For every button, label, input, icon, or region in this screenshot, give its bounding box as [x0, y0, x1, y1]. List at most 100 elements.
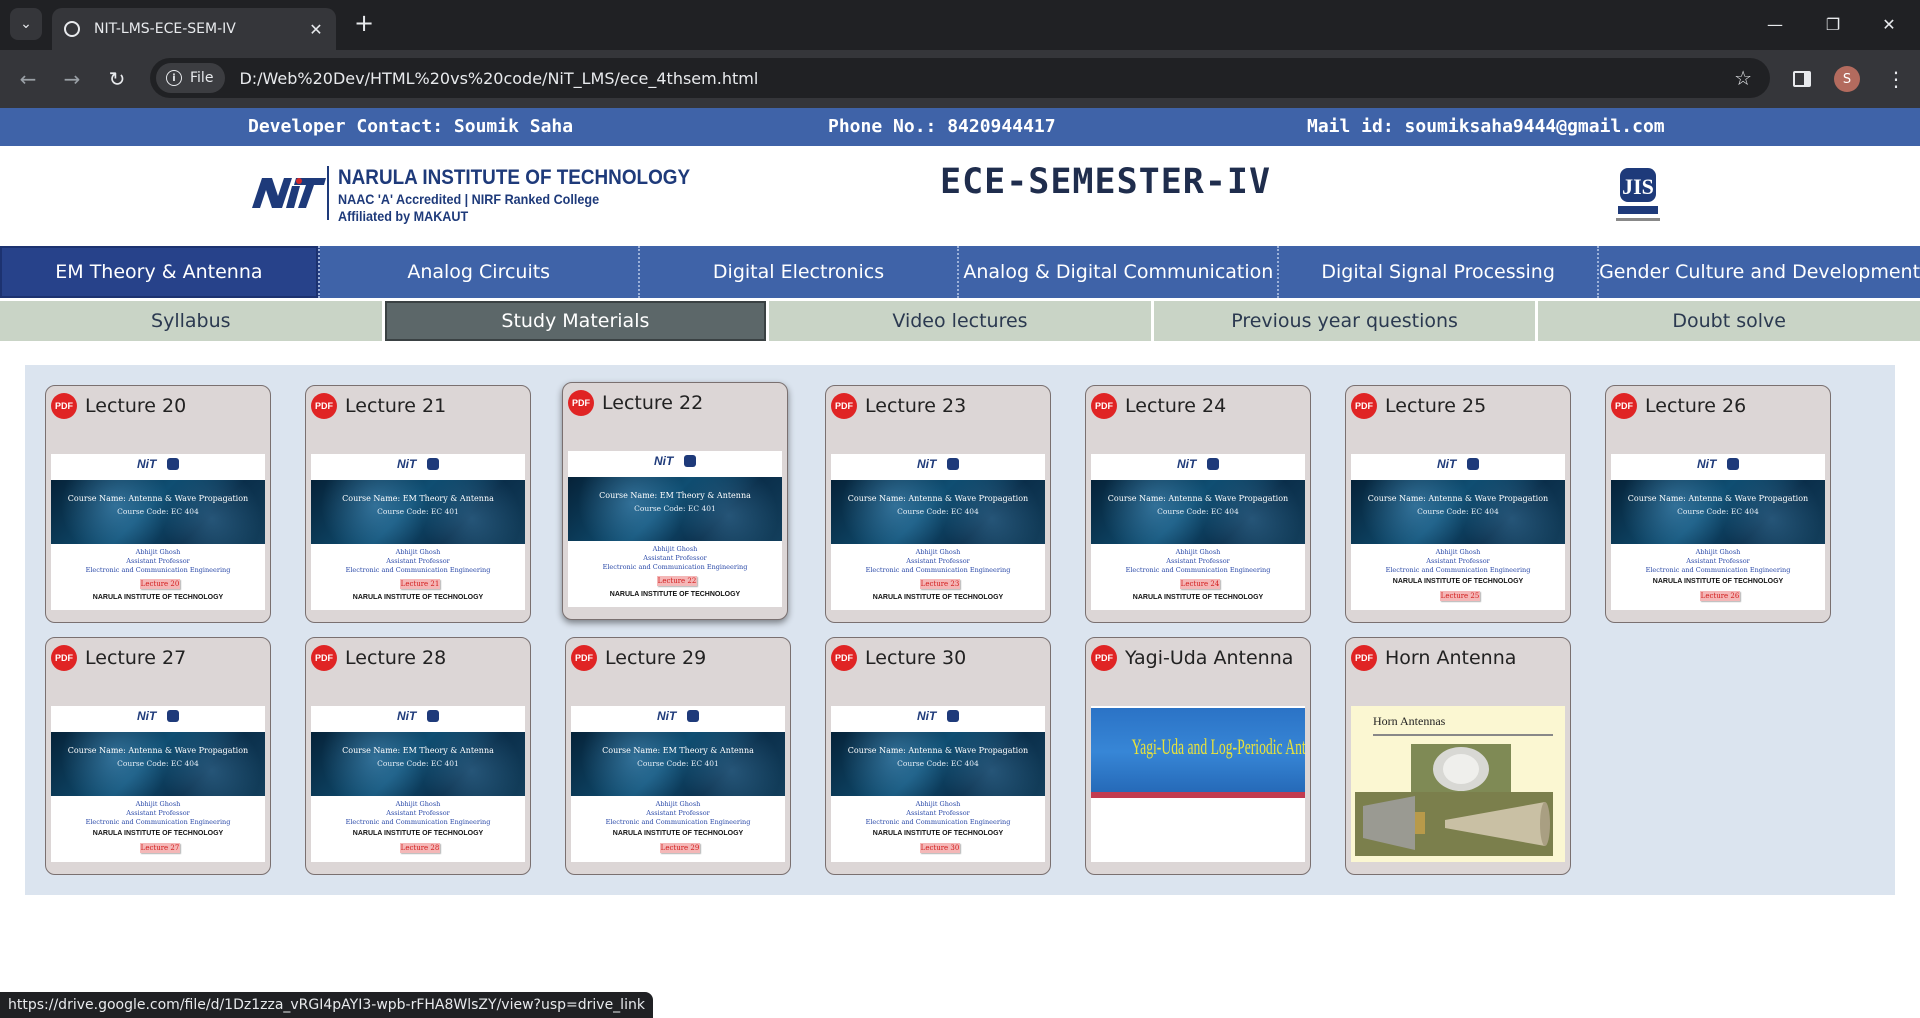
slide-banner: Course Name: EM Theory & Antenna Course …: [571, 732, 785, 796]
slide-logos-icon: NiT: [657, 709, 699, 723]
slide-designation: Assistant Professor: [1426, 557, 1490, 565]
material-card[interactable]: PDF Lecture 27 NiT Course Name: Antenna …: [45, 637, 271, 875]
slide-title: Yagi-Uda and Log-Periodic Antennas: [1131, 734, 1305, 759]
nit-logo-icon: [252, 178, 326, 208]
slide-banner: Course Name: Antenna & Wave Propagation …: [1091, 480, 1305, 544]
tab-gender-culture-development[interactable]: Gender Culture and Development: [1599, 246, 1920, 298]
slide-author: Abhijit Ghosh: [652, 545, 698, 553]
svg-text:NiT: NiT: [654, 454, 675, 468]
slide-course-code: Course Code: EC 404: [117, 759, 199, 768]
slide-author: Abhijit Ghosh: [135, 800, 181, 808]
section-tabs: Syllabus Study Materials Video lectures …: [0, 301, 1920, 341]
url-text[interactable]: D:/Web%20Dev/HTML%20vs%20code/NiT_LMS/ec…: [239, 69, 1734, 88]
lecture-thumbnail: NiT Course Name: EM Theory & Antenna Cou…: [571, 706, 785, 862]
horn-antenna-thumbnail: Horn Antennas: [1351, 706, 1565, 862]
slide-institute: NARULA INSTITUTE OF TECHNOLOGY: [612, 830, 744, 837]
slide-lecture-tag: Lecture 27: [140, 843, 180, 853]
material-card[interactable]: PDF Lecture 25 NiT Course Name: Antenna …: [1345, 385, 1571, 623]
close-icon[interactable]: ✕: [306, 20, 326, 39]
slide-banner: Course Name: Antenna & Wave Propagation …: [1611, 480, 1825, 544]
close-window-icon[interactable]: ✕: [1866, 8, 1912, 40]
tab-search-button[interactable]: ⌄: [10, 8, 42, 40]
tab-em-theory-antenna[interactable]: EM Theory & Antenna: [0, 246, 320, 298]
tab-analog-circuits[interactable]: Analog Circuits: [320, 246, 640, 298]
bookmark-star-icon[interactable]: ☆: [1734, 66, 1752, 90]
svg-text:NiT: NiT: [137, 457, 158, 471]
slide-institute: NARULA INSTITUTE OF TECHNOLOGY: [1392, 578, 1524, 585]
material-card[interactable]: PDF Lecture 29 NiT Course Name: EM Theor…: [565, 637, 791, 875]
page-header: NARULA INSTITUTE OF TECHNOLOGY NAAC 'A' …: [0, 146, 1920, 246]
pdf-icon: PDF: [311, 645, 337, 671]
browser-toolbar: ← → ↻ i File D:/Web%20Dev/HTML%20vs%20co…: [0, 50, 1920, 108]
institute-accreditation: NAAC 'A' Accredited | NIRF Ranked Colleg…: [338, 191, 600, 207]
material-card[interactable]: PDF Lecture 24 NiT Course Name: Antenna …: [1085, 385, 1311, 623]
slide-designation: Assistant Professor: [386, 809, 450, 817]
tab-video-lectures[interactable]: Video lectures: [769, 301, 1151, 341]
svg-text:NiT: NiT: [917, 709, 938, 723]
material-card[interactable]: PDF Lecture 28 NiT Course Name: EM Theor…: [305, 637, 531, 875]
slide-author: Abhijit Ghosh: [655, 800, 701, 808]
slide-designation: Assistant Professor: [1686, 557, 1750, 565]
minimize-icon[interactable]: —: [1752, 8, 1798, 40]
svg-text:NiT: NiT: [657, 709, 678, 723]
chevron-down-icon: ⌄: [20, 16, 32, 32]
tab-digital-signal-processing[interactable]: Digital Signal Processing: [1279, 246, 1600, 298]
link-status-bar: https://drive.google.com/file/d/1Dz1zza_…: [0, 992, 653, 1018]
tab-study-materials[interactable]: Study Materials: [384, 301, 767, 341]
material-card[interactable]: PDF Lecture 26 NiT Course Name: Antenna …: [1605, 385, 1831, 623]
slide-department: Electronic and Communication Engineering: [85, 818, 231, 826]
slide-logos-icon: NiT: [917, 709, 959, 723]
lecture-thumbnail: NiT Course Name: Antenna & Wave Propagat…: [1351, 454, 1565, 610]
slide-logos-icon: NiT: [1697, 457, 1739, 471]
site-info-chip[interactable]: i File: [156, 63, 226, 93]
slide-course-name: Course Name: Antenna & Wave Propagation: [67, 494, 249, 503]
pdf-icon: PDF: [51, 645, 77, 671]
slide-course-code: Course Code: EC 401: [634, 504, 716, 513]
material-card[interactable]: PDF Lecture 21 NiT Course Name: EM Theor…: [305, 385, 531, 623]
lecture-thumbnail: NiT Course Name: Antenna & Wave Propagat…: [51, 706, 265, 862]
pdf-icon: PDF: [1091, 393, 1117, 419]
new-tab-button[interactable]: +: [350, 10, 378, 38]
slide-lecture-tag: Lecture 25: [1440, 591, 1480, 601]
tab-doubt-solve[interactable]: Doubt solve: [1538, 301, 1920, 341]
restore-icon[interactable]: ❐: [1810, 8, 1856, 40]
lecture-thumbnail: NiT Course Name: Antenna & Wave Propagat…: [1611, 454, 1825, 610]
slide-institute: NARULA INSTITUTE OF TECHNOLOGY: [352, 830, 484, 837]
material-card[interactable]: PDF Yagi-Uda Antenna Yagi-Uda and Log-Pe…: [1085, 637, 1311, 875]
forward-icon[interactable]: →: [56, 63, 88, 95]
svg-text:JIS: JIS: [1622, 174, 1654, 199]
slide-lecture-tag: Lecture 24: [1180, 579, 1220, 589]
tab-syllabus[interactable]: Syllabus: [0, 301, 382, 341]
address-bar[interactable]: i File D:/Web%20Dev/HTML%20vs%20code/NiT…: [150, 58, 1770, 98]
slide-banner: Course Name: EM Theory & Antenna Course …: [311, 480, 525, 544]
material-card[interactable]: PDF Lecture 23 NiT Course Name: Antenna …: [825, 385, 1051, 623]
browser-tab[interactable]: NIT-LMS-ECE-SEM-IV ✕: [52, 8, 336, 50]
material-card[interactable]: PDF Lecture 20 NiT Course Name: Antenna …: [45, 385, 271, 623]
material-card[interactable]: PDF Horn Antenna Horn Antennas: [1345, 637, 1571, 875]
developer-contact: Developer Contact: Soumik Saha: [248, 116, 574, 137]
reload-icon[interactable]: ↻: [101, 63, 133, 95]
back-icon[interactable]: ←: [12, 63, 44, 95]
slide-institute: NARULA INSTITUTE OF TECHNOLOGY: [92, 594, 224, 601]
card-title: Lecture 21: [345, 395, 447, 417]
slide-course-name: Course Name: Antenna & Wave Propagation: [1367, 494, 1549, 503]
contact-bar: Developer Contact: Soumik Saha Phone No.…: [0, 108, 1920, 146]
tab-previous-year-questions[interactable]: Previous year questions: [1153, 301, 1536, 341]
slide-department: Electronic and Communication Engineering: [1385, 566, 1531, 574]
side-panel-icon[interactable]: [1786, 63, 1818, 95]
tab-digital-electronics[interactable]: Digital Electronics: [640, 246, 960, 298]
profile-avatar[interactable]: S: [1834, 66, 1860, 92]
material-card[interactable]: PDF Lecture 22 NiT Course Name: EM Theor…: [562, 382, 788, 620]
slide-logos-icon: NiT: [1177, 457, 1219, 471]
card-title: Lecture 26: [1645, 395, 1747, 417]
jis-group-logo-icon: JIS: [1616, 168, 1660, 221]
tab-analog-digital-communication[interactable]: Analog & Digital Communication: [959, 246, 1280, 298]
slide-designation: Assistant Professor: [126, 557, 190, 565]
slide-course-name: Course Name: Antenna & Wave Propagation: [847, 746, 1029, 755]
menu-kebab-icon[interactable]: ⋮: [1880, 63, 1912, 95]
lecture-thumbnail: NiT Course Name: Antenna & Wave Propagat…: [831, 706, 1045, 862]
globe-icon: [64, 21, 80, 37]
slide-author: Abhijit Ghosh: [1695, 548, 1741, 556]
card-title: Yagi-Uda Antenna: [1125, 647, 1294, 669]
material-card[interactable]: PDF Lecture 30 NiT Course Name: Antenna …: [825, 637, 1051, 875]
